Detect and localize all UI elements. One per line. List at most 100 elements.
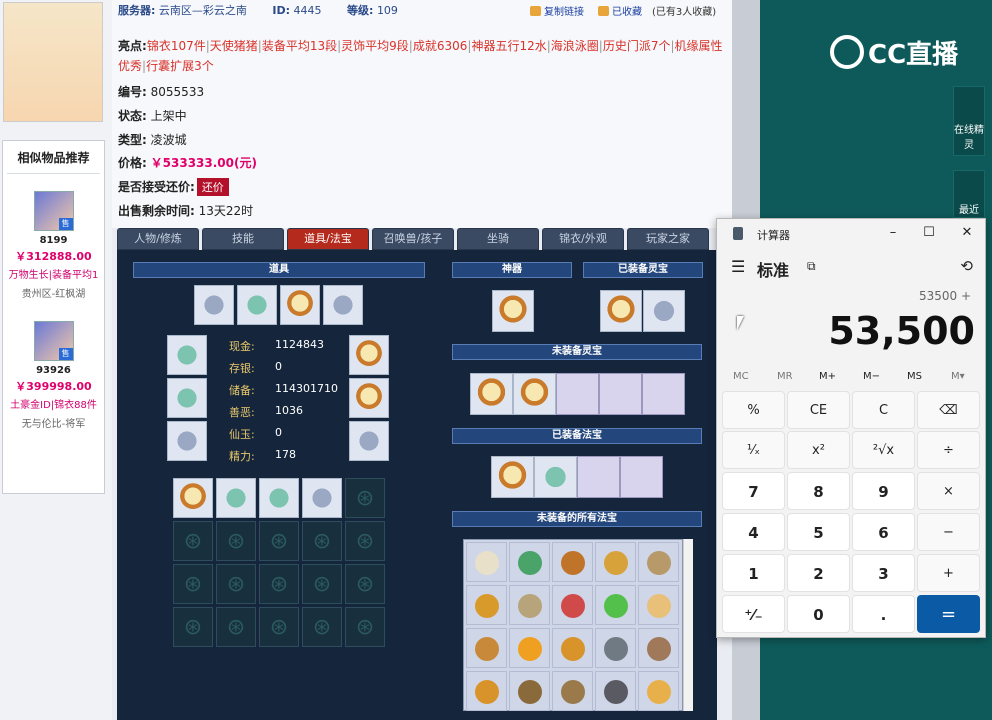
fabao-item[interactable] <box>552 585 593 625</box>
tab-character[interactable]: 人物/修炼 <box>117 228 199 250</box>
equipped-fabao-slot[interactable] <box>534 456 577 498</box>
bag-slot[interactable] <box>302 478 342 518</box>
equipment-slot[interactable] <box>194 285 234 325</box>
multiply-key[interactable]: × <box>917 472 980 510</box>
bag-slot-empty[interactable] <box>345 521 385 561</box>
square-root-key[interactable]: ²√x <box>852 431 915 469</box>
fabao-item[interactable] <box>638 628 679 668</box>
fabao-item[interactable] <box>638 542 679 582</box>
artifact-slot[interactable] <box>492 290 534 332</box>
memory-add-button[interactable]: M+ <box>819 371 836 382</box>
similar-item-thumbnail[interactable]: 售 <box>33 191 74 231</box>
digit-7-key[interactable]: 7 <box>722 472 785 510</box>
fabao-item[interactable] <box>595 671 636 711</box>
fabao-item[interactable] <box>595 628 636 668</box>
equipment-slot[interactable] <box>323 285 363 325</box>
minimize-button[interactable]: – <box>881 223 905 243</box>
bargain-button[interactable]: 还价 <box>196 178 229 196</box>
fabao-item[interactable] <box>466 671 507 711</box>
bag-slot-empty[interactable] <box>302 607 342 647</box>
fabao-item[interactable] <box>509 542 550 582</box>
digit-6-key[interactable]: 6 <box>852 513 915 551</box>
bag-slot-empty[interactable] <box>173 607 213 647</box>
equipped-lingbao-slot[interactable] <box>600 290 642 332</box>
tab-pets[interactable]: 召唤兽/孩子 <box>372 228 454 250</box>
fabao-item[interactable] <box>552 628 593 668</box>
bag-slot-empty[interactable] <box>345 478 385 518</box>
digit-3-key[interactable]: 3 <box>852 554 915 592</box>
tab-skills[interactable]: 技能 <box>202 228 284 250</box>
equipment-slot[interactable] <box>349 335 389 375</box>
digit-8-key[interactable]: 8 <box>787 472 850 510</box>
decimal-key[interactable]: . <box>852 595 915 633</box>
unequipped-lingbao-slot-empty[interactable] <box>642 373 685 415</box>
equipped-fabao-slot-empty[interactable] <box>577 456 620 498</box>
minus-key[interactable]: − <box>917 513 980 551</box>
similar-item-2[interactable]: 售 93926 ￥399998.00 土豪金ID|锦衣88件 无与伦比-将军 <box>3 321 104 430</box>
clear-entry-key[interactable]: CE <box>787 391 850 429</box>
tab-outfits[interactable]: 锦衣/外观 <box>542 228 624 250</box>
fabao-item[interactable] <box>466 542 507 582</box>
memory-recall-button[interactable]: MR <box>777 371 793 382</box>
close-button[interactable]: ✕ <box>955 223 979 243</box>
fabao-item[interactable] <box>509 671 550 711</box>
plus-key[interactable]: + <box>917 554 980 592</box>
equipped-lingbao-slot[interactable] <box>643 290 685 332</box>
digit-5-key[interactable]: 5 <box>787 513 850 551</box>
bag-slot-empty[interactable] <box>259 521 299 561</box>
equipped-fabao-slot-empty[interactable] <box>620 456 663 498</box>
memory-list-button[interactable]: M▾ <box>951 371 965 382</box>
digit-2-key[interactable]: 2 <box>787 554 850 592</box>
bag-slot-empty[interactable] <box>173 564 213 604</box>
equipment-slot[interactable] <box>349 378 389 418</box>
fabao-item[interactable] <box>595 542 636 582</box>
bag-slot-empty[interactable] <box>302 521 342 561</box>
fabao-item[interactable] <box>595 585 636 625</box>
unequipped-lingbao-slot-empty[interactable] <box>556 373 599 415</box>
bag-slot-empty[interactable] <box>259 607 299 647</box>
bag-slot[interactable] <box>259 478 299 518</box>
tab-mounts[interactable]: 坐骑 <box>457 228 539 250</box>
bag-slot-empty[interactable] <box>216 607 256 647</box>
backspace-key[interactable]: ⌫ <box>917 391 980 429</box>
recent-button[interactable]: 最近 <box>953 170 985 218</box>
reciprocal-key[interactable]: ¹⁄ₓ <box>722 431 785 469</box>
bag-slot[interactable] <box>173 478 213 518</box>
percent-key[interactable]: % <box>722 391 785 429</box>
equals-key[interactable]: = <box>917 595 980 633</box>
equipment-slot[interactable] <box>237 285 277 325</box>
bag-slot-empty[interactable] <box>173 521 213 561</box>
fabao-item[interactable] <box>509 585 550 625</box>
clear-key[interactable]: C <box>852 391 915 429</box>
bag-slot[interactable] <box>216 478 256 518</box>
bag-slot-empty[interactable] <box>302 564 342 604</box>
fabao-item[interactable] <box>509 628 550 668</box>
similar-item-1[interactable]: 售 8199 ￥312888.00 万物生长|装备平均1 贵州区-红枫湖 <box>3 191 104 300</box>
memory-store-button[interactable]: MS <box>907 371 922 382</box>
memory-subtract-button[interactable]: M− <box>863 371 880 382</box>
digit-9-key[interactable]: 9 <box>852 472 915 510</box>
online-helper-button[interactable]: 在线精灵 <box>953 86 985 156</box>
bag-slot-empty[interactable] <box>216 521 256 561</box>
hamburger-menu-icon[interactable]: ☰ <box>731 257 745 276</box>
memory-clear-button[interactable]: MC <box>733 371 749 382</box>
divide-key[interactable]: ÷ <box>917 431 980 469</box>
fabao-item[interactable] <box>638 671 679 711</box>
fabao-item[interactable] <box>466 628 507 668</box>
digit-1-key[interactable]: 1 <box>722 554 785 592</box>
digit-0-key[interactable]: 0 <box>787 595 850 633</box>
bag-slot-empty[interactable] <box>259 564 299 604</box>
fabao-item[interactable] <box>552 671 593 711</box>
negate-key[interactable]: ⁺⁄₋ <box>722 595 785 633</box>
inventory-scrollbar[interactable] <box>683 539 693 711</box>
unequipped-lingbao-slot[interactable] <box>470 373 513 415</box>
fabao-item[interactable] <box>638 585 679 625</box>
history-icon[interactable]: ⟲ <box>960 257 973 275</box>
bag-slot-empty[interactable] <box>345 607 385 647</box>
equipment-slot[interactable] <box>349 421 389 461</box>
fabao-item[interactable] <box>552 542 593 582</box>
digit-4-key[interactable]: 4 <box>722 513 785 551</box>
copy-link-button[interactable]: 复制链接 <box>530 3 584 18</box>
equipped-fabao-slot[interactable] <box>491 456 534 498</box>
equipment-slot[interactable] <box>167 378 207 418</box>
